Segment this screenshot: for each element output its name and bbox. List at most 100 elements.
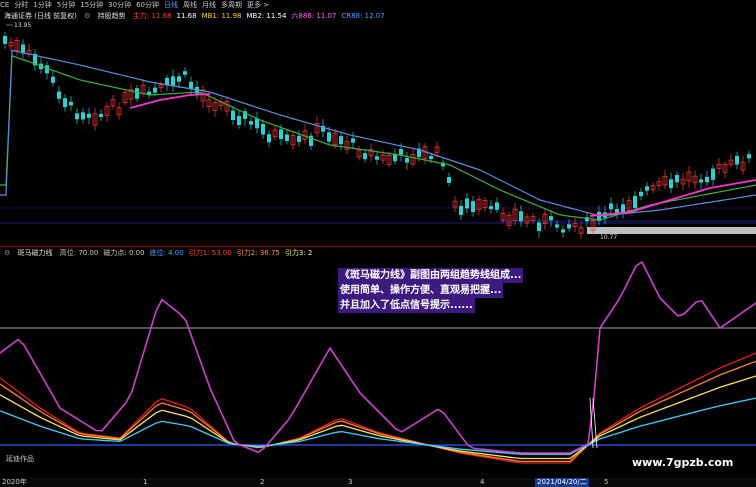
candle	[327, 132, 331, 142]
candle	[261, 124, 265, 135]
candle	[711, 168, 715, 180]
sub-indicator-name[interactable]: 斑马磁力线	[18, 249, 53, 257]
candle	[75, 113, 79, 120]
legend-value: 底位: 4.00	[149, 249, 184, 257]
candle	[555, 224, 559, 228]
candle	[621, 204, 625, 213]
legend-value: 引力2: 36.75	[236, 249, 280, 257]
candle	[405, 158, 409, 163]
candle	[171, 76, 175, 86]
candle	[447, 176, 451, 183]
period-tab[interactable]: 周线	[183, 0, 197, 11]
candle	[189, 81, 193, 89]
legend-value: MB1: 11.98	[201, 12, 242, 20]
author-label: 延迪作品	[6, 455, 34, 463]
period-tab[interactable]: 分时	[14, 0, 28, 11]
candle	[351, 138, 355, 143]
candle	[669, 179, 673, 189]
candle	[459, 205, 463, 215]
candle	[399, 149, 403, 155]
price-chart[interactable]: 13.95 10.77	[0, 20, 756, 246]
annotation-line-3: 并且加入了低点信号提示......	[338, 298, 475, 313]
legend-value: CR88: 12.07	[341, 12, 385, 20]
candle	[87, 113, 91, 118]
candle	[51, 76, 55, 83]
high-price-label: 13.95	[14, 22, 31, 29]
candle	[471, 201, 475, 212]
legend-value: 引力1: 53.00	[188, 249, 232, 257]
candle	[537, 222, 541, 232]
candle	[63, 98, 67, 108]
legend-value: 六886: 11.07	[291, 12, 337, 20]
candle	[99, 113, 103, 118]
candle	[153, 87, 157, 93]
pane-divider	[0, 246, 756, 247]
low-price-label: 10.77	[600, 234, 617, 241]
period-tab[interactable]: CE	[0, 0, 9, 11]
period-tab[interactable]: 日线	[164, 0, 178, 11]
x-tick: 2	[260, 478, 265, 486]
year-label: 2020年	[2, 478, 27, 486]
candle	[183, 71, 187, 75]
candle	[285, 134, 289, 142]
candle	[705, 176, 709, 183]
candle	[363, 153, 367, 160]
candle	[297, 135, 301, 142]
x-tick: 5	[604, 478, 609, 486]
candle	[609, 203, 613, 210]
candle	[639, 191, 643, 197]
legend-value: 11.68	[176, 12, 197, 20]
settings-icon[interactable]: ⚙	[4, 249, 10, 257]
cursor-date-label: 2021/04/20/二	[535, 478, 589, 487]
candle	[645, 186, 649, 191]
period-tab[interactable]: 多周期	[221, 0, 242, 11]
candle	[495, 202, 499, 210]
x-tick: 1	[143, 478, 148, 486]
period-tab[interactable]: 15分钟	[80, 0, 103, 11]
annotation-line-1: 《斑马磁力线》副图由两组趋势线组成...	[338, 268, 524, 283]
candle	[549, 216, 553, 221]
candle	[237, 116, 241, 126]
indicator-name[interactable]: 持股趋势	[98, 12, 126, 20]
candle	[3, 35, 7, 44]
period-tab[interactable]: 1分钟	[33, 0, 51, 11]
legend-value: 引力3: 2	[284, 249, 313, 257]
period-tab[interactable]: 更多 >	[247, 0, 269, 11]
candle	[519, 211, 523, 222]
period-toolbar: CE 分时 1分钟 5分钟 15分钟 30分钟 60分钟 日线 周线 月线 多周期 更多 >	[0, 0, 756, 11]
candle	[177, 76, 181, 82]
candle	[279, 129, 283, 140]
candle	[489, 206, 493, 210]
candle	[57, 91, 61, 99]
candle	[699, 179, 703, 183]
candle	[561, 229, 565, 233]
legend-value: 磁力点: 0.00	[103, 249, 145, 257]
annotation-text: 《斑马磁力线》副图由两组趋势线组成... 使用简单、操作方便、直观易把握... …	[338, 268, 524, 313]
x-tick: 4	[480, 478, 485, 486]
candle	[375, 156, 379, 160]
legend-value: 主力: 11.68	[132, 12, 172, 20]
gravity-line	[0, 352, 756, 464]
candle	[633, 195, 637, 208]
period-tab[interactable]: 60分钟	[136, 0, 159, 11]
candle	[567, 224, 571, 229]
candle	[429, 155, 433, 160]
legend-value: 高位: 70.00	[59, 249, 99, 257]
candle	[249, 121, 253, 125]
candle	[747, 154, 751, 159]
candle	[735, 155, 739, 165]
candle	[267, 134, 271, 143]
settings-icon[interactable]: ⚙	[84, 12, 90, 20]
annotation-line-2: 使用简单、操作方便、直观易把握...	[338, 283, 504, 298]
period-tab[interactable]: 30分钟	[108, 0, 131, 11]
period-tab[interactable]: 5分钟	[57, 0, 75, 11]
candle	[255, 118, 259, 129]
candle	[393, 154, 397, 162]
candle	[81, 112, 85, 120]
candle	[231, 110, 235, 121]
date-axis: 2020年 1 2 3 4 2021/04/20/二 5	[0, 478, 756, 487]
period-tab[interactable]: 月线	[202, 0, 216, 11]
watermark: www.7gpzb.com	[632, 456, 734, 469]
candle	[339, 136, 343, 145]
stock-title[interactable]: 海通证券 (日线 前复权)	[4, 12, 77, 20]
